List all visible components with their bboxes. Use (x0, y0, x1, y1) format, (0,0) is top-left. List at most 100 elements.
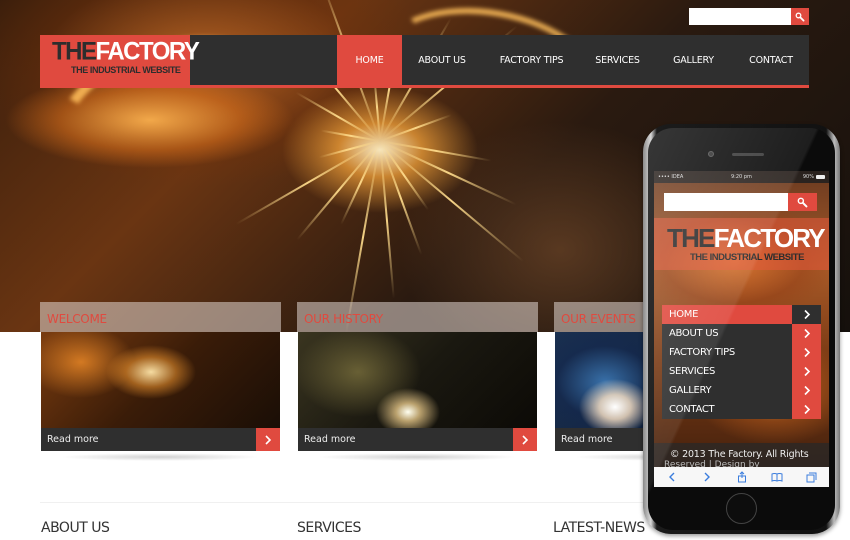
card-footer: Read more (298, 428, 537, 451)
back-button[interactable] (664, 469, 680, 485)
share-button[interactable] (734, 469, 750, 485)
phone-mockup: •••• IDEA 9:20 pm 90% THEFACTORY THE IND… (643, 124, 840, 534)
status-time: 9:20 pm (731, 174, 752, 180)
mobile-logo-tagline: THE INDUSTRIAL WEBSITE (690, 252, 804, 263)
nav-item-gallery[interactable]: GALLERY (654, 35, 733, 85)
mobile-logo[interactable]: THEFACTORY THE INDUSTRIAL WEBSITE (654, 218, 829, 270)
heading-about-us: ABOUT US (41, 520, 110, 536)
status-battery: 90% (803, 174, 825, 180)
phone-home-button[interactable] (726, 493, 757, 524)
phone-body: •••• IDEA 9:20 pm 90% THEFACTORY THE IND… (648, 128, 835, 530)
heading-latest-news: LATEST-NEWS (553, 520, 645, 536)
read-more-button[interactable] (256, 428, 280, 451)
tabs-button[interactable] (804, 469, 820, 485)
card-image (298, 332, 537, 428)
chevron-right-icon (522, 434, 529, 445)
mobile-nav-arrow (792, 381, 821, 400)
status-bar: •••• IDEA 9:20 pm 90% (654, 171, 829, 183)
search-icon (795, 12, 805, 22)
read-more-link[interactable]: Read more (561, 434, 613, 445)
mobile-nav-contact[interactable]: CONTACT (662, 400, 821, 419)
mobile-nav-home[interactable]: HOME (662, 305, 821, 324)
card-title: OUR HISTORY (304, 312, 383, 326)
spark-streak (379, 140, 492, 162)
nav-item-factory-tips[interactable]: FACTORY TIPS (482, 35, 581, 85)
mobile-search-input[interactable] (664, 193, 788, 211)
mobile-nav: HOME ABOUT US FACTORY TIPS SERVICES GALL… (662, 305, 821, 419)
chevron-right-icon (265, 434, 272, 445)
mobile-logo-factory: FACTORY (713, 223, 826, 253)
search-input[interactable] (689, 8, 791, 25)
logo-tagline: THE INDUSTRIAL WEBSITE (71, 65, 181, 75)
search-button[interactable] (791, 8, 809, 25)
mobile-nav-arrow (792, 343, 821, 362)
mobile-nav-label: GALLERY (669, 385, 712, 396)
battery-icon (816, 175, 825, 179)
forward-icon (704, 472, 710, 482)
card-title: WELCOME (47, 312, 107, 326)
browser-toolbar (654, 467, 829, 487)
card-title: OUR EVENTS (561, 312, 636, 326)
card-shadow (60, 453, 260, 461)
mobile-nav-label: SERVICES (669, 366, 716, 377)
mobile-footer: © 2013 The Factory. All Rights Reserved … (654, 443, 829, 470)
mobile-nav-label: HOME (669, 309, 699, 320)
mobile-search-button[interactable] (788, 193, 817, 211)
phone-camera (708, 151, 714, 157)
mobile-nav-label: ABOUT US (669, 328, 719, 339)
mobile-nav-factory-tips[interactable]: FACTORY TIPS (662, 343, 821, 362)
nav-item-home[interactable]: HOME (337, 35, 402, 85)
bookmarks-button[interactable] (769, 469, 785, 485)
chevron-right-icon (803, 404, 810, 415)
card-welcome: WELCOME Read more (40, 302, 281, 461)
mobile-logo-wordmark: THEFACTORY (667, 223, 826, 253)
search-bar (689, 8, 809, 25)
mobile-search-bar (664, 193, 817, 211)
nav-item-contact[interactable]: CONTACT (733, 35, 809, 85)
logo-factory: FACTORY (95, 37, 200, 66)
share-icon (737, 471, 746, 483)
chevron-right-icon (803, 366, 810, 377)
card-shadow (317, 453, 517, 461)
back-icon (668, 472, 674, 482)
mobile-nav-gallery[interactable]: GALLERY (662, 381, 821, 400)
tabs-icon (806, 472, 817, 482)
phone-speaker (732, 153, 764, 156)
search-icon (797, 197, 808, 207)
nav-item-services[interactable]: SERVICES (581, 35, 654, 85)
card-our-history: OUR HISTORY Read more (297, 302, 538, 461)
status-carrier: •••• IDEA (658, 174, 684, 180)
mobile-copyright: © 2013 The Factory. All Rights (670, 449, 809, 460)
logo-the: THE (52, 37, 97, 66)
header-underline (40, 85, 809, 88)
mobile-nav-arrow (792, 324, 821, 343)
nav-item-about-us[interactable]: ABOUT US (402, 35, 482, 85)
mobile-nav-arrow (792, 400, 821, 419)
site-logo[interactable]: THEFACTORY THE INDUSTRIAL WEBSITE (40, 35, 200, 85)
read-more-link[interactable]: Read more (304, 434, 356, 445)
main-nav: HOME ABOUT US FACTORY TIPS SERVICES GALL… (337, 35, 809, 85)
mobile-nav-services[interactable]: SERVICES (662, 362, 821, 381)
read-more-button[interactable] (513, 428, 537, 451)
read-more-link[interactable]: Read more (47, 434, 99, 445)
logo-wordmark: THEFACTORY (52, 37, 200, 66)
chevron-right-icon (803, 385, 810, 396)
mobile-nav-label: CONTACT (669, 404, 715, 415)
phone-screen: •••• IDEA 9:20 pm 90% THEFACTORY THE IND… (654, 171, 829, 487)
mobile-nav-arrow (792, 362, 821, 381)
card-footer: Read more (41, 428, 280, 451)
battery-percent: 90% (802, 174, 814, 180)
chevron-right-icon (803, 347, 810, 358)
mobile-nav-about-us[interactable]: ABOUT US (662, 324, 821, 343)
mobile-nav-arrow (792, 305, 821, 324)
forward-button[interactable] (699, 469, 715, 485)
mobile-logo-the: THE (667, 223, 715, 253)
heading-services: SERVICES (297, 520, 361, 536)
section-divider (40, 502, 650, 503)
card-image (41, 332, 280, 428)
chevron-right-icon (803, 309, 810, 320)
chevron-right-icon (803, 328, 810, 339)
spark-streak (296, 140, 381, 241)
bookmarks-icon (771, 473, 782, 482)
mobile-nav-label: FACTORY TIPS (669, 347, 735, 358)
